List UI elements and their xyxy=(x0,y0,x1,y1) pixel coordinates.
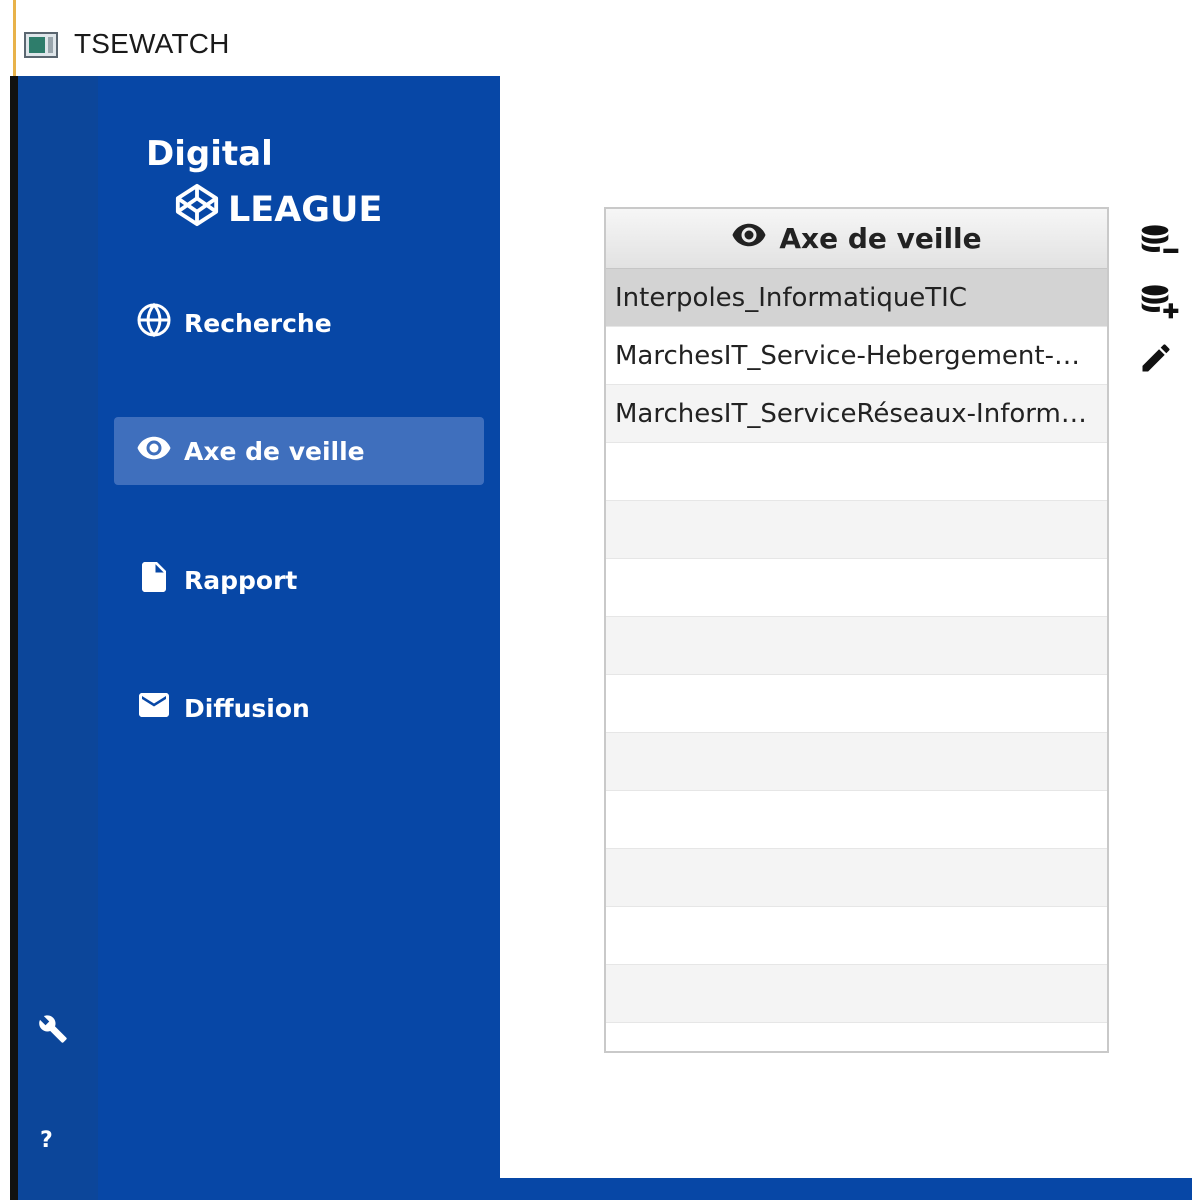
table-header-label: Axe de veille xyxy=(779,222,982,255)
nav-label-rapport: Rapport xyxy=(184,565,298,595)
nav-item-rapport[interactable]: Rapport xyxy=(114,546,484,614)
table-row-empty xyxy=(606,849,1107,907)
nav-item-recherche[interactable]: Recherche xyxy=(114,289,484,357)
mail-icon xyxy=(136,687,172,729)
table-header[interactable]: Axe de veille xyxy=(606,209,1107,269)
logo-digital-text: Digital xyxy=(146,134,273,174)
eye-icon xyxy=(136,430,172,472)
status-strip xyxy=(500,1178,1192,1200)
table-row-empty xyxy=(606,907,1107,965)
database-remove-icon[interactable] xyxy=(1138,222,1182,266)
pencil-icon[interactable] xyxy=(1138,340,1174,380)
nav-label-axe-de-veille: Axe de veille xyxy=(184,436,365,466)
window-edge xyxy=(10,76,18,1200)
nav-label-diffusion: Diffusion xyxy=(184,693,310,723)
league-logo-icon xyxy=(174,182,220,237)
logo-league-text: LEAGUE xyxy=(228,189,383,230)
nav-item-axe-de-veille[interactable]: Axe de veille xyxy=(114,417,484,485)
table-row-empty xyxy=(606,791,1107,849)
table-row[interactable]: MarchesIT_ServiceRéseaux-Inform… xyxy=(606,385,1107,443)
database-add-icon[interactable] xyxy=(1138,282,1182,326)
table-row[interactable]: Interpoles_InformatiqueTIC xyxy=(606,269,1107,327)
table-row-empty xyxy=(606,1023,1107,1051)
table-row-empty xyxy=(606,733,1107,791)
sidebar xyxy=(98,76,500,1200)
help-button[interactable]: ? xyxy=(40,1128,53,1153)
app-icon xyxy=(24,32,58,58)
table-cell: MarchesIT_Service-Hebergement-… xyxy=(615,340,1080,371)
table-row[interactable]: MarchesIT_Service-Hebergement-… xyxy=(606,327,1107,385)
table-cell: MarchesIT_ServiceRéseaux-Inform… xyxy=(615,398,1087,429)
nav-label-recherche: Recherche xyxy=(184,308,332,338)
table-row-empty xyxy=(606,617,1107,675)
logo-league: LEAGUE xyxy=(174,182,382,237)
wrench-icon[interactable] xyxy=(38,1014,68,1048)
axe-de-veille-table: Axe de veille Interpoles_InformatiqueTIC… xyxy=(604,207,1109,1053)
table-cell: Interpoles_InformatiqueTIC xyxy=(615,282,968,313)
table-row-empty xyxy=(606,675,1107,733)
eye-icon xyxy=(731,217,767,260)
table-row-empty xyxy=(606,501,1107,559)
table-row-empty xyxy=(606,559,1107,617)
nav-item-diffusion[interactable]: Diffusion xyxy=(114,674,484,742)
table-row-empty xyxy=(606,965,1107,1023)
table-row-empty xyxy=(606,443,1107,501)
globe-icon xyxy=(136,302,172,344)
title-bar: TSEWATCH xyxy=(0,0,1192,76)
window-title: TSEWATCH xyxy=(74,28,230,59)
document-icon xyxy=(136,559,172,601)
